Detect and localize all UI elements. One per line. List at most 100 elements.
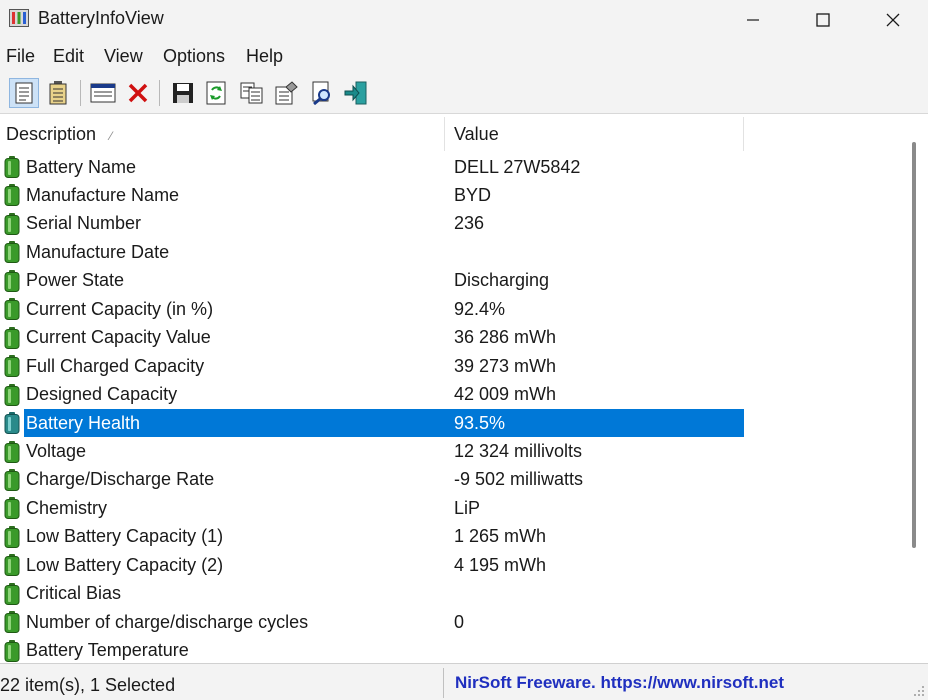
value-cell: 1 265 mWh	[454, 526, 547, 547]
description-label: Number of charge/discharge cycles	[26, 611, 309, 632]
description-cell: Manufacture Date	[4, 238, 444, 266]
column-description-label: Description	[6, 124, 97, 144]
close-button[interactable]	[858, 0, 928, 40]
exit-button[interactable]	[341, 78, 371, 108]
battery-icon	[4, 582, 20, 605]
properties-button[interactable]	[88, 78, 118, 108]
toolbar	[0, 72, 928, 114]
description-cell: Power State	[4, 267, 444, 295]
value-cell: LiP	[454, 497, 481, 518]
description-cell: Designed Capacity	[4, 381, 444, 409]
description-label: Critical Bias	[26, 583, 122, 604]
description-label: Manufacture Date	[26, 241, 170, 262]
list-row[interactable]: Chemistry LiP	[0, 494, 910, 523]
description-cell: Low Battery Capacity (2)	[4, 551, 444, 579]
description-label: Low Battery Capacity (2)	[26, 554, 224, 575]
list-row[interactable]: Manufacture Date	[0, 238, 910, 267]
list-row[interactable]: Charge/Discharge Rate -9 502 milliwatts	[0, 466, 910, 495]
window-title: BatteryInfoView	[38, 8, 164, 28]
value-cell: 12 324 millivolts	[454, 441, 583, 461]
list-row[interactable]: Manufacture Name BYD	[0, 181, 910, 210]
battery-icon	[4, 383, 20, 406]
battery-info-list[interactable]: Description ⁄ Value Battery Name DELL 27W5…	[0, 115, 928, 663]
list-row[interactable]: Low Battery Capacity (2) 4 195 mWh	[0, 551, 910, 580]
list-row[interactable]: Current Capacity (in %) 92.4%	[0, 295, 910, 324]
description-cell: Chemistry	[4, 494, 444, 522]
sort-ascending-icon: ⁄	[110, 129, 113, 143]
list-row[interactable]: Power State Discharging	[0, 267, 910, 296]
exit-icon	[344, 81, 367, 105]
list-row[interactable]: Serial Number 236	[0, 210, 910, 239]
copy-button[interactable]	[237, 78, 267, 108]
value-cell: 236	[454, 213, 485, 234]
battery-icon	[4, 525, 20, 548]
list-row[interactable]: Designed Capacity 42 009 mWh	[0, 381, 910, 410]
minimize-button[interactable]	[718, 0, 788, 40]
menu-view[interactable]: View	[104, 46, 143, 67]
description-label: Manufacture Name	[26, 184, 180, 205]
column-divider[interactable]	[743, 117, 744, 151]
find-button[interactable]	[307, 78, 337, 108]
list-row[interactable]: Current Capacity Value 36 286 mWh	[0, 324, 910, 353]
html-report-button[interactable]	[271, 78, 301, 108]
column-header-value[interactable]: Value	[454, 115, 499, 153]
list-row[interactable]: Number of charge/discharge cycles 0	[0, 608, 910, 637]
maximize-icon	[816, 13, 830, 27]
list-row[interactable]: Low Battery Capacity (1) 1 265 mWh	[0, 523, 910, 552]
description-cell: Battery Health	[4, 409, 444, 437]
description-label: Full Charged Capacity	[26, 355, 205, 376]
save-icon	[173, 83, 193, 103]
value-cell: 92.4%	[454, 298, 506, 319]
column-divider[interactable]	[444, 117, 445, 151]
description-label: Battery Temperature	[26, 640, 189, 661]
description-label: Current Capacity Value	[26, 327, 211, 348]
list-row[interactable]: Voltage 12 324 millivolts	[0, 438, 910, 467]
delete-icon	[128, 83, 148, 103]
list-row[interactable]: Battery Name DELL 27W5842	[0, 153, 910, 182]
battery-icon	[4, 468, 20, 491]
description-label: Low Battery Capacity (1)	[26, 526, 224, 547]
copy-icon	[240, 82, 263, 104]
list-row[interactable]: Battery Temperature	[0, 637, 910, 663]
find-icon	[312, 81, 330, 105]
menu-edit[interactable]: Edit	[53, 46, 84, 67]
refresh-icon	[206, 81, 226, 105]
battery-icon	[4, 412, 20, 435]
description-label: Current Capacity (in %)	[26, 298, 214, 319]
scrollbar-thumb[interactable]	[912, 142, 916, 548]
description-cell: Battery Temperature	[4, 637, 444, 663]
menu-options[interactable]: Options	[163, 46, 225, 67]
description-cell: Battery Name	[4, 153, 444, 181]
refresh-button[interactable]	[201, 78, 231, 108]
title-bar: BatteryInfoView	[0, 0, 928, 40]
properties-icon	[90, 83, 116, 103]
maximize-button[interactable]	[788, 0, 858, 40]
value-cell: 93.5%	[454, 412, 506, 433]
description-cell: Charge/Discharge Rate	[4, 466, 444, 494]
nirsoft-link[interactable]: NirSoft Freeware. https://www.nirsoft.ne…	[455, 673, 784, 693]
column-header-description[interactable]: Description ⁄	[6, 115, 112, 153]
menu-file[interactable]: File	[6, 46, 35, 67]
value-cell: DELL 27W5842	[454, 156, 581, 177]
battery-info-mode-icon	[15, 82, 33, 104]
battery-icon	[4, 212, 20, 235]
battery-log-mode-button[interactable]	[43, 78, 73, 108]
description-label: Designed Capacity	[26, 384, 178, 405]
description-label: Chemistry	[26, 497, 108, 518]
list-row[interactable]: Battery Health 93.5%	[0, 409, 910, 438]
close-icon	[886, 13, 900, 27]
html-report-icon	[275, 81, 298, 105]
list-row[interactable]: Full Charged Capacity 39 273 mWh	[0, 352, 910, 381]
list-row[interactable]: Critical Bias	[0, 580, 910, 609]
value-cell: BYD	[454, 184, 492, 205]
menu-help[interactable]: Help	[246, 46, 283, 67]
battery-info-mode-button[interactable]	[9, 78, 39, 108]
battery-icon	[4, 639, 20, 662]
save-button[interactable]	[168, 78, 198, 108]
delete-button[interactable]	[123, 78, 153, 108]
battery-icon	[4, 554, 20, 577]
resize-grip-icon[interactable]	[912, 684, 926, 698]
battery-icon	[4, 156, 20, 178]
description-label: Battery Health	[26, 412, 141, 433]
description-label: Battery Name	[26, 156, 137, 177]
